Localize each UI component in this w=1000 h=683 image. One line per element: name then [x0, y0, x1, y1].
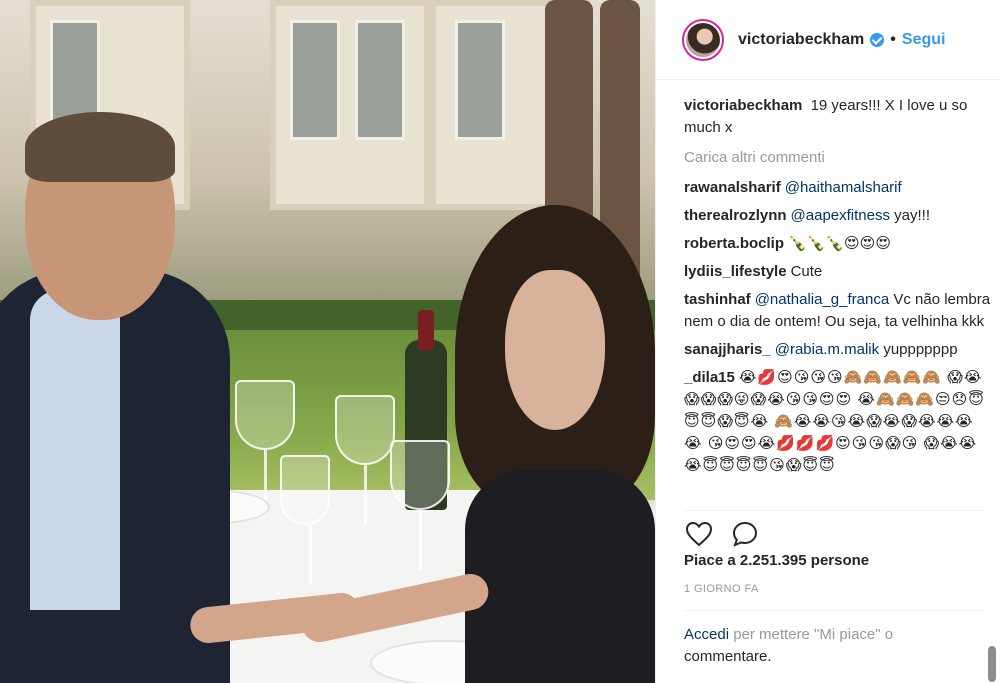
verified-badge-icon [870, 32, 885, 47]
photo-window [355, 20, 405, 140]
photo-window [290, 20, 340, 140]
comment-mention-link[interactable]: @rabia.m.malik [775, 341, 879, 358]
login-prompt-text-2: commentare. [684, 648, 772, 665]
comment-item: rawanalsharif @haithamalsharif [684, 177, 992, 199]
comment-item: therealrozlynn @aapexfitness yay!!! [684, 205, 992, 227]
photo-woman-face [505, 270, 605, 430]
comment-item: tashinhaf @nathalia_g_franca Vc não lembr… [684, 289, 992, 333]
login-link[interactable]: Accedi [684, 626, 729, 643]
username-link[interactable]: victoriabeckham [738, 31, 864, 49]
photo-glass [235, 380, 295, 510]
like-button[interactable] [684, 519, 714, 549]
post-photo[interactable] [0, 0, 655, 683]
comment-username[interactable]: rawanalsharif [684, 179, 781, 196]
photo-woman-body [465, 470, 655, 683]
photo-glass [390, 440, 450, 570]
caption: victoriabeckham 19 years!!! X I love u s… [684, 95, 992, 139]
comment-username[interactable]: tashinhaf [684, 291, 751, 308]
comment-username[interactable]: _dila15 [684, 369, 735, 386]
comment-username[interactable]: sanajjharis_ [684, 341, 771, 358]
post-header: victoriabeckham • Segui [656, 0, 1000, 80]
comment-items: rawanalsharif @haithamalsharif therealroz… [684, 177, 992, 477]
comment-mention-link[interactable]: @haithamalsharif [785, 179, 902, 196]
comment-item: roberta.boclip 🍾🍾🍾😍😍😍 [684, 233, 992, 255]
post-sidebar: victoriabeckham • Segui victoriabeckham … [655, 0, 1000, 683]
comment-text: yay!!! [894, 207, 931, 224]
post-timestamp: 1 GIORNO FA [684, 583, 759, 595]
action-bar [684, 510, 984, 549]
comment-text: yuppppppp [883, 341, 958, 358]
photo-glass [335, 395, 395, 525]
instagram-post: victoriabeckham • Segui victoriabeckham … [0, 0, 1000, 683]
comment-item: _dila15 😭💋😍😘😘😘🙈🙈🙈🙈🙈 😱😭😱😱😱😜😱😭😘😘😍😍 😭🙈🙈🙈😒😞😇😇… [684, 367, 992, 477]
comments-list[interactable]: victoriabeckham 19 years!!! X I love u s… [684, 95, 992, 505]
speech-bubble-icon [732, 521, 758, 547]
photo-man-shirt [30, 290, 120, 610]
follow-button[interactable]: Segui [902, 31, 946, 49]
load-more-comments-button[interactable]: Carica altri commenti [684, 147, 992, 169]
comment-username[interactable]: therealrozlynn [684, 207, 787, 224]
comment-item: sanajjharis_ @rabia.m.malik yuppppppp [684, 339, 992, 361]
comment-username[interactable]: roberta.boclip [684, 235, 784, 252]
heart-outline-icon [685, 521, 713, 547]
comment-text: Cute [790, 263, 823, 280]
likes-count[interactable]: Piace a 2.251.395 persone [684, 552, 869, 569]
comment-mention-link[interactable]: @aapexfitness [791, 207, 890, 224]
comment-mention-link[interactable]: @nathalia_g_franca [755, 291, 890, 308]
photo-man-hair [25, 112, 175, 182]
avatar[interactable] [682, 18, 724, 61]
comment-username[interactable]: lydiis_lifestyle [684, 263, 787, 280]
scrollbar-thumb[interactable] [988, 646, 996, 682]
photo-glass [280, 455, 330, 585]
login-prompt-text: per mettere "Mi piace" o [733, 626, 894, 643]
login-prompt: Accedi per mettere "Mi piace" o commenta… [684, 610, 984, 668]
caption-username[interactable]: victoriabeckham [684, 97, 802, 114]
comment-item: lydiis_lifestyle Cute [684, 261, 992, 283]
separator-dot: • [890, 30, 896, 48]
photo-window [455, 20, 505, 140]
comment-button[interactable] [730, 519, 760, 549]
comment-text: 🍾🍾🍾😍😍😍 [788, 235, 891, 252]
